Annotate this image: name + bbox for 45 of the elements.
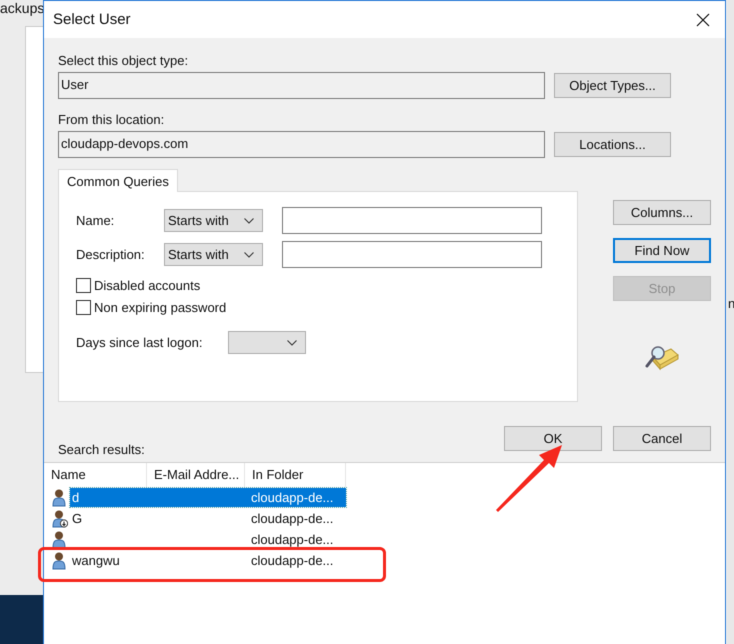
folder-text: cloudapp-de... bbox=[251, 511, 334, 526]
user-icon bbox=[52, 488, 68, 506]
query-label: Name: bbox=[76, 213, 116, 228]
locations-button[interactable]: Locations... bbox=[554, 132, 671, 157]
dialog-title: Select User bbox=[53, 11, 131, 28]
search-results-label: Search results: bbox=[58, 442, 145, 458]
condition-dropdown[interactable]: Starts with bbox=[164, 209, 263, 232]
location-field: cloudapp-devops.com bbox=[58, 131, 545, 158]
folder-text: cloudapp-de... bbox=[251, 532, 334, 547]
window-title: ackups bbox=[0, 0, 44, 16]
side-button[interactable]: Find Now bbox=[613, 238, 711, 263]
object-type-field: User bbox=[58, 72, 545, 99]
input-field[interactable] bbox=[282, 207, 542, 234]
dialog-button[interactable]: OK bbox=[504, 426, 602, 451]
tab[interactable]: Common Queries bbox=[58, 169, 178, 192]
user-name: d bbox=[72, 490, 80, 505]
checkbox[interactable] bbox=[76, 278, 91, 293]
close-icon[interactable] bbox=[696, 12, 710, 26]
user-icon bbox=[52, 552, 68, 570]
result-row[interactable]: G cloudapp-de... bbox=[70, 509, 346, 528]
input-field[interactable] bbox=[282, 241, 542, 268]
user-name: wangwu bbox=[72, 553, 120, 568]
query-label: Description: bbox=[76, 247, 146, 262]
checkbox-label: Non expiring password bbox=[94, 300, 226, 315]
result-row[interactable]: cloudapp-de... bbox=[70, 530, 346, 549]
result-row[interactable]: d cloudapp-de... bbox=[70, 488, 346, 507]
result-row[interactable]: wangwu cloudapp-de... bbox=[70, 551, 346, 570]
folder-text: cloudapp-de... bbox=[251, 490, 334, 505]
chevron-down-icon bbox=[244, 252, 254, 258]
checkbox-label: Disabled accounts bbox=[94, 278, 200, 293]
user-name: G bbox=[72, 511, 82, 526]
dialog-button[interactable]: Cancel bbox=[613, 426, 711, 451]
field-label: From this location: bbox=[58, 111, 164, 128]
side-button[interactable]: Columns... bbox=[613, 200, 711, 225]
folder-text: cloudapp-de... bbox=[251, 553, 334, 568]
condition-dropdown[interactable]: Starts with bbox=[164, 243, 263, 266]
query-label: Days since last logon: bbox=[76, 335, 204, 350]
user-icon bbox=[52, 530, 68, 548]
taskbar bbox=[0, 595, 44, 644]
user-download-icon bbox=[52, 510, 68, 528]
chevron-down-icon bbox=[287, 340, 297, 346]
field-label: Select this object type: bbox=[58, 52, 188, 69]
object-types-button[interactable]: Object Types... bbox=[554, 73, 671, 98]
chevron-down-icon bbox=[244, 218, 254, 224]
checkbox[interactable] bbox=[76, 300, 91, 315]
